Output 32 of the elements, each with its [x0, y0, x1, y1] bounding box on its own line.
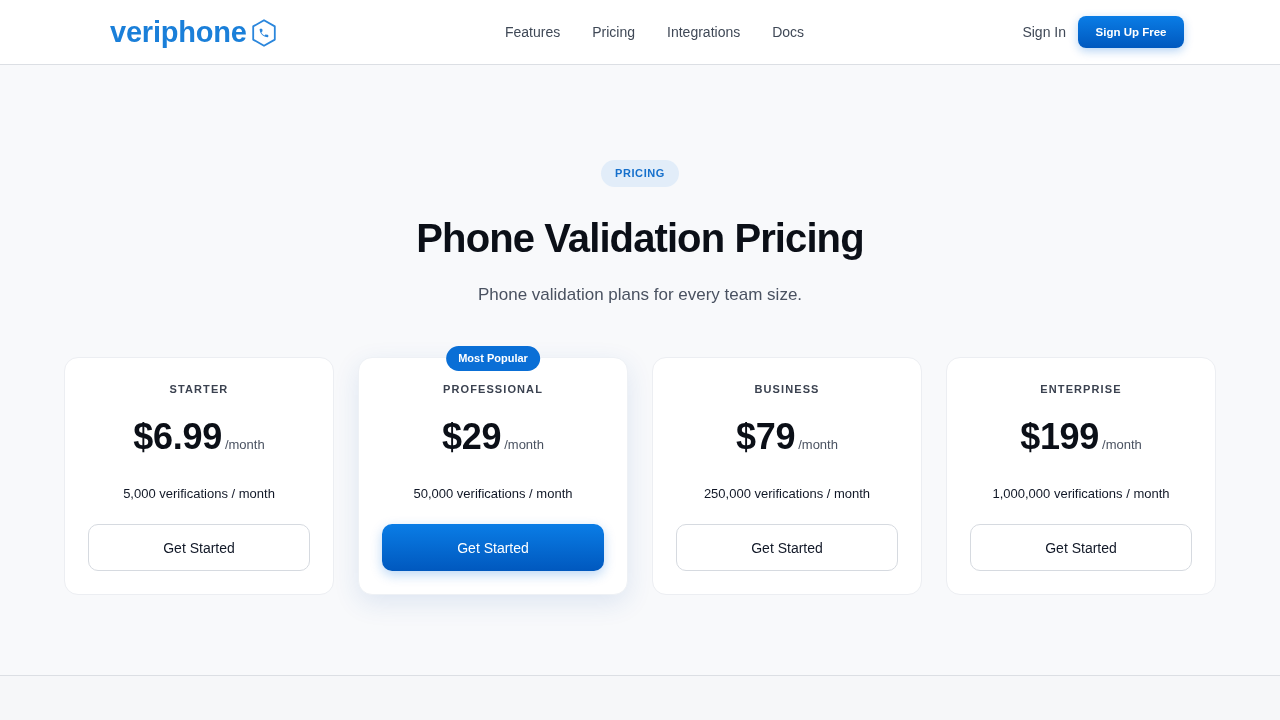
billing-period: /month: [798, 437, 838, 452]
plan-price: $79: [736, 415, 796, 459]
plan-quota: 1,000,000 verifications / month: [992, 485, 1170, 503]
nav-link[interactable]: Docs: [772, 22, 805, 42]
billing-period: /month: [224, 437, 265, 452]
plan-name: PROFESSIONAL: [443, 382, 543, 397]
plan-name: BUSINESS: [754, 382, 820, 397]
page-subtitle: Phone validation plans for every team size.: [477, 284, 803, 306]
page-heading: Phone Validation Pricing: [416, 215, 864, 262]
plan-name: STARTER: [169, 382, 229, 397]
billing-period: /month: [504, 437, 544, 452]
section-tag: PRICING: [600, 160, 679, 187]
nav-link[interactable]: Features: [505, 22, 561, 42]
plan-quota: 5,000 verifications / month: [123, 485, 275, 503]
get-started-button[interactable]: Get Started: [88, 524, 310, 571]
plan-price: $199: [1020, 415, 1100, 459]
get-started-button[interactable]: Get Started: [382, 524, 604, 571]
plan-name: ENTERPRISE: [1040, 382, 1122, 397]
plan-quota: 50,000 verifications / month: [413, 485, 573, 503]
billing-period: /month: [1102, 437, 1142, 452]
get-started-button[interactable]: Get Started: [676, 524, 898, 571]
plan-quota: 250,000 verifications / month: [703, 485, 871, 503]
plan-price: $29: [442, 415, 502, 459]
sign-up-button[interactable]: Sign Up Free: [1078, 16, 1184, 48]
hexagon-phone-icon: [251, 19, 276, 47]
nav-link[interactable]: Integrations: [667, 22, 741, 42]
nav-link[interactable]: Pricing: [592, 22, 636, 42]
logo-wordmark[interactable]: veriphone: [110, 15, 247, 49]
sign-in-link[interactable]: Sign In: [1022, 22, 1066, 42]
popular-badge: Most Popular: [446, 346, 540, 371]
get-started-button[interactable]: Get Started: [970, 524, 1192, 571]
plan-price: $6.99: [133, 415, 222, 459]
